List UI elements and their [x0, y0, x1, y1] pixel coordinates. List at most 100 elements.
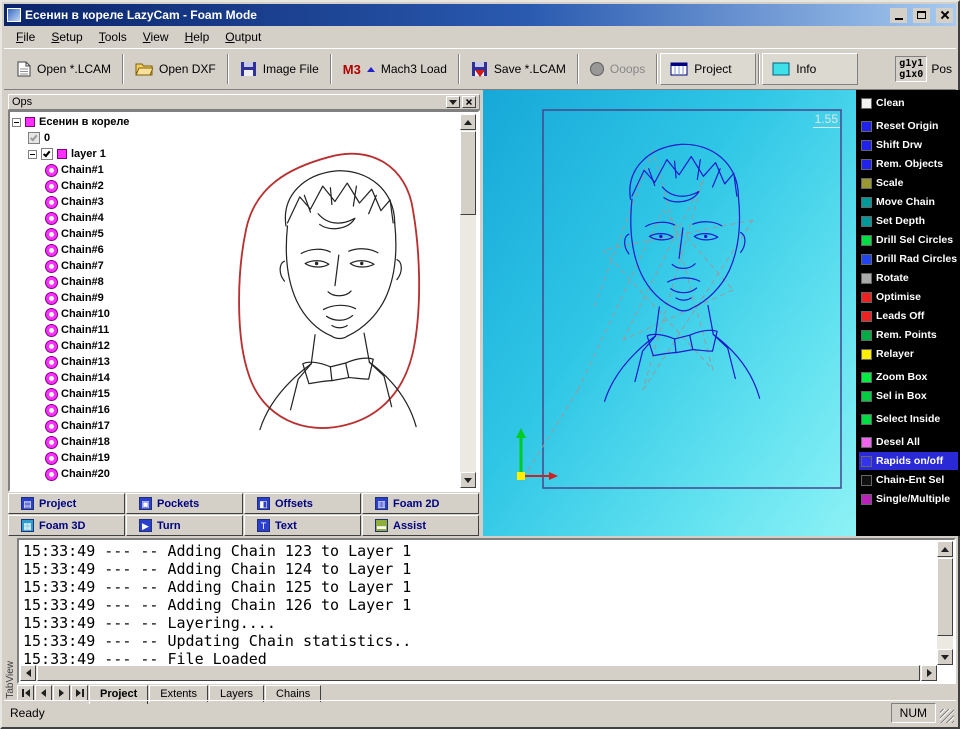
side-button-reset-origin[interactable]: Reset Origin [859, 117, 958, 135]
tree-item-chain-13[interactable]: Chain#13 [12, 354, 212, 370]
scrollbar-thumb[interactable] [460, 131, 476, 215]
side-button-move-chain[interactable]: Move Chain [859, 193, 958, 211]
tab-foam-3d-button[interactable]: ▦ Foam 3D [8, 515, 125, 536]
tree-item-layer0[interactable]: 0 [12, 130, 212, 146]
scroll-up-icon[interactable] [460, 114, 476, 130]
tree-item-chain-20[interactable]: Chain#20 [12, 466, 212, 482]
save-lcam-button[interactable]: Save *.LCAM [462, 53, 575, 85]
tree-item-chain-19[interactable]: Chain#19 [12, 450, 212, 466]
tree-item-chain-16[interactable]: Chain#16 [12, 402, 212, 418]
tree-item-chain-4[interactable]: Chain#4 [12, 210, 212, 226]
scroll-down-icon[interactable] [460, 472, 476, 488]
tree-item-chain-15[interactable]: Chain#15 [12, 386, 212, 402]
tree-item-chain-3[interactable]: Chain#3 [12, 194, 212, 210]
ops-caption-bar[interactable]: Ops [8, 94, 480, 110]
log-vertical-scrollbar[interactable] [937, 541, 953, 665]
side-button-shift-drw[interactable]: Shift Drw [859, 136, 958, 154]
side-button-clean[interactable]: Clean [859, 94, 958, 112]
scrollbar-thumb[interactable] [37, 665, 920, 681]
tree-item-chain-14[interactable]: Chain#14 [12, 370, 212, 386]
scroll-left-icon[interactable] [20, 665, 36, 681]
panel-close-icon[interactable] [462, 96, 476, 108]
side-button-single-multiple[interactable]: Single/Multiple [859, 490, 958, 508]
tab-label: Offsets [275, 497, 313, 510]
tree-item-chain-8[interactable]: Chain#8 [12, 274, 212, 290]
menu-item-output[interactable]: Output [217, 27, 269, 47]
tab-nav-next-button[interactable] [53, 685, 70, 701]
tree-item-chain-7[interactable]: Chain#7 [12, 258, 212, 274]
tab-nav-last-button[interactable] [71, 685, 88, 701]
viewport-canvas[interactable]: 1.55 [483, 90, 856, 536]
ooops-button[interactable]: Ooops [581, 53, 654, 85]
tree-item-chain-9[interactable]: Chain#9 [12, 290, 212, 306]
info-view-button[interactable]: Info [762, 53, 859, 85]
tree-item-chain-12[interactable]: Chain#12 [12, 338, 212, 354]
side-button-optimise[interactable]: Optimise [859, 288, 958, 306]
mach3-load-button[interactable]: M3 Mach3 Load [334, 53, 456, 85]
menu-item-view[interactable]: View [135, 27, 177, 47]
tree-item-chain-6[interactable]: Chain#6 [12, 242, 212, 258]
collapse-icon[interactable] [12, 117, 21, 127]
title-bar[interactable]: Есенин в кореле LazyCam - Foam Mode [4, 4, 956, 26]
open-lcam-button[interactable]: Open *.LCAM [8, 53, 120, 85]
tab-text-button[interactable]: T Text [244, 515, 361, 536]
tree-item-chain-5[interactable]: Chain#5 [12, 226, 212, 242]
chain-label: Chain#19 [61, 452, 110, 464]
menu-item-tools[interactable]: Tools [91, 27, 135, 47]
close-button[interactable] [936, 7, 953, 23]
layer1-checkbox[interactable] [41, 148, 53, 160]
scroll-right-icon[interactable] [921, 665, 937, 681]
preview-canvas[interactable] [214, 114, 459, 488]
tab-offsets-button[interactable]: ◧ Offsets [244, 493, 361, 514]
menu-item-setup[interactable]: Setup [43, 27, 90, 47]
scrollbar-thumb[interactable] [937, 558, 953, 636]
collapse-icon[interactable] [28, 149, 37, 159]
tree-item-chain-17[interactable]: Chain#17 [12, 418, 212, 434]
side-button-rem-points[interactable]: Rem. Points [859, 326, 958, 344]
resize-grip[interactable] [940, 709, 954, 723]
scroll-down-icon[interactable] [937, 649, 953, 665]
side-button-relayer[interactable]: Relayer [859, 345, 958, 363]
tab-turn-button[interactable]: ▶ Turn [126, 515, 243, 536]
tab-assist-button[interactable]: ▬ Assist [362, 515, 479, 536]
side-button-leads-off[interactable]: Leads Off [859, 307, 958, 325]
side-button-zoom-box[interactable]: Zoom Box [859, 368, 958, 386]
tree-item-chain-1[interactable]: Chain#1 [12, 162, 212, 178]
tree-item-chain-2[interactable]: Chain#2 [12, 178, 212, 194]
tab-pockets-button[interactable]: ▣ Pockets [126, 493, 243, 514]
tab-project-button[interactable]: ▤ Project [8, 493, 125, 514]
log-horizontal-scrollbar[interactable] [20, 665, 937, 681]
side-button-rotate[interactable]: Rotate [859, 269, 958, 287]
menu-item-help[interactable]: Help [177, 27, 218, 47]
tab-nav-prev-button[interactable] [35, 685, 52, 701]
tree-item-root[interactable]: Есенин в кореле [12, 114, 212, 130]
maximize-button[interactable] [913, 7, 930, 23]
side-button-rapids-on-off[interactable]: Rapids on/off [859, 452, 958, 470]
side-button-desel-all[interactable]: Desel All [859, 433, 958, 451]
menu-item-file[interactable]: File [8, 27, 43, 47]
tree-item-chain-11[interactable]: Chain#11 [12, 322, 212, 338]
tab-label: Text [275, 519, 297, 532]
image-file-button[interactable]: Image File [231, 53, 328, 85]
open-dxf-button[interactable]: Open DXF [126, 53, 225, 85]
tab-nav-first-button[interactable] [17, 685, 34, 701]
side-button-chain-ent-sel[interactable]: Chain-Ent Sel [859, 471, 958, 489]
side-button-rem-objects[interactable]: Rem. Objects [859, 155, 958, 173]
side-button-drill-sel-circles[interactable]: Drill Sel Circles [859, 231, 958, 249]
layer0-checkbox[interactable] [28, 132, 40, 144]
side-button-drill-rad-circles[interactable]: Drill Rad Circles [859, 250, 958, 268]
dock-icon[interactable] [446, 96, 460, 108]
ops-vertical-scrollbar[interactable] [460, 114, 476, 488]
minimize-button[interactable] [890, 7, 907, 23]
side-button-set-depth[interactable]: Set Depth [859, 212, 958, 230]
side-button-scale[interactable]: Scale [859, 174, 958, 192]
project-view-button[interactable]: Project [660, 53, 757, 85]
tree-item-chain-10[interactable]: Chain#10 [12, 306, 212, 322]
app-icon [7, 8, 21, 22]
side-button-sel-in-box[interactable]: Sel in Box [859, 387, 958, 405]
tree-item-chain-18[interactable]: Chain#18 [12, 434, 212, 450]
tree-item-layer1[interactable]: layer 1 [12, 146, 212, 162]
scroll-up-icon[interactable] [937, 541, 953, 557]
tab-foam-2d-button[interactable]: ▥ Foam 2D [362, 493, 479, 514]
side-button-select-inside[interactable]: Select Inside [859, 410, 958, 428]
